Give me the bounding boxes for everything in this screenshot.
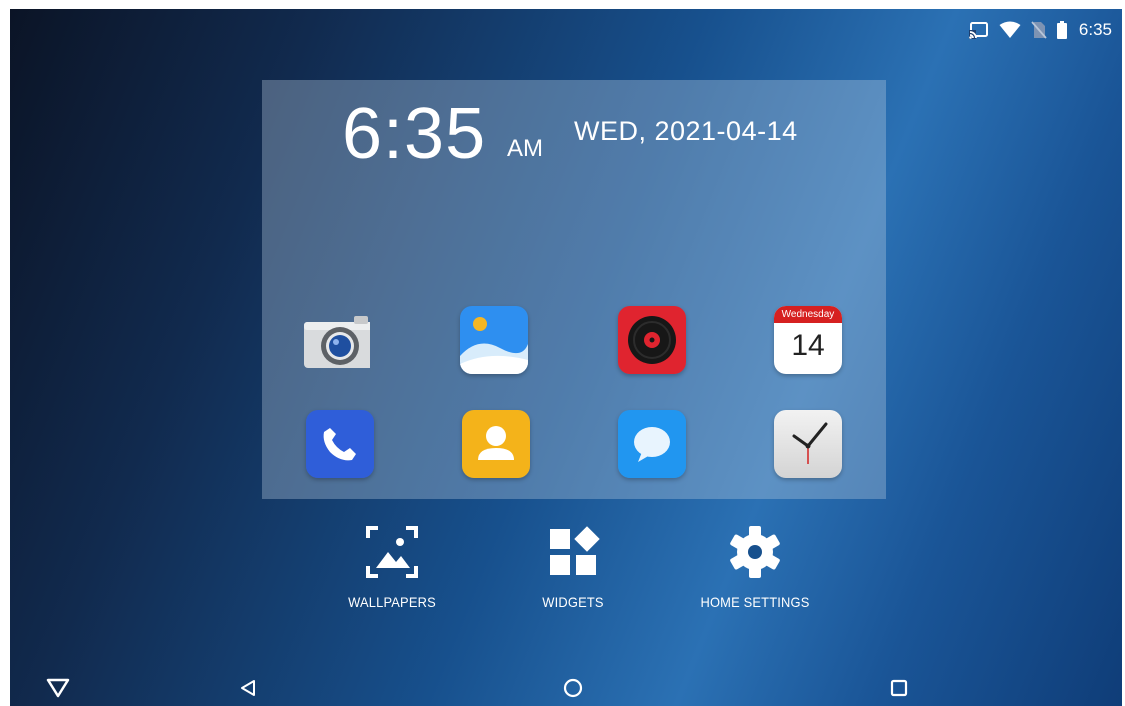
cast-icon: [968, 22, 988, 39]
status-time: 6:35: [1078, 20, 1112, 39]
gallery-app-icon[interactable]: [460, 306, 528, 374]
back-icon[interactable]: [240, 679, 256, 697]
wifi-icon: [999, 21, 1021, 38]
no-sim-icon: [1031, 21, 1047, 39]
clock-ampm: AM: [507, 135, 543, 162]
calendar-app-icon[interactable]: Wednesday 14: [774, 306, 842, 374]
status-bar: 6:35: [968, 19, 1112, 41]
widgets-icon: [550, 526, 600, 575]
clock-app-icon[interactable]: [774, 410, 842, 478]
clock-time: 6:35: [342, 94, 487, 174]
battery-icon: [1056, 21, 1067, 39]
calendar-day: 14: [791, 329, 825, 362]
wallpapers-button[interactable]: WALLPAPERS: [312, 524, 472, 610]
widgets-button[interactable]: WIDGETS: [493, 524, 653, 610]
home-icon[interactable]: [563, 678, 583, 698]
home-settings-button[interactable]: HOME SETTINGS: [675, 524, 835, 610]
home-screen-preview[interactable]: 6:35 AM WED, 2021-04-14 Wednesday 14: [262, 80, 886, 499]
phone-app-icon[interactable]: [306, 410, 374, 478]
home-settings-label: HOME SETTINGS: [700, 594, 810, 610]
camera-app-icon[interactable]: [302, 308, 370, 376]
music-app-icon[interactable]: [618, 306, 686, 374]
gear-icon: [730, 526, 780, 578]
messages-app-icon[interactable]: [618, 410, 686, 478]
widgets-label: WIDGETS: [542, 594, 604, 610]
recents-icon[interactable]: [890, 679, 908, 697]
clock-date: WED, 2021-04-14: [574, 116, 798, 146]
contacts-app-icon[interactable]: [462, 410, 530, 478]
calendar-header: Wednesday: [774, 306, 842, 323]
wallpaper-icon: [366, 526, 418, 578]
wallpapers-label: WALLPAPERS: [348, 594, 436, 610]
hide-nav-icon[interactable]: [46, 677, 70, 699]
navigation-bar: [10, 669, 1122, 706]
home-screen: 6:35 6:35 AM WED, 2021-04-14 Wednesday 1…: [10, 9, 1122, 706]
